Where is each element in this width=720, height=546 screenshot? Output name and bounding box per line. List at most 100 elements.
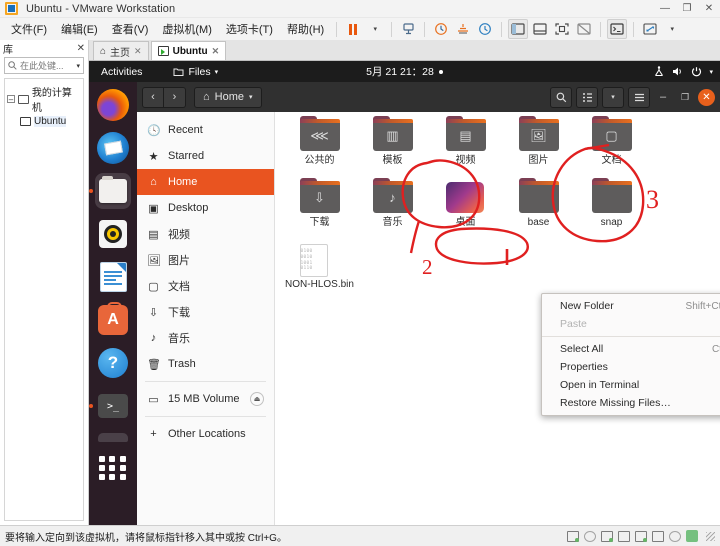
context-menu-item-open-in-terminal[interactable]: Open in Terminal [542,376,720,394]
sidebar-item-recent[interactable]: 🕓 Recent [137,117,274,143]
display-icon[interactable] [669,530,681,542]
file-item-base[interactable]: base [502,178,575,244]
file-item-documents[interactable]: ▢ 文档 [575,116,648,182]
file-item-pictures[interactable]: 🖼 图片 [502,116,575,182]
vmware-tools-icon[interactable] [686,530,698,542]
sidebar-item-music[interactable]: ♪ 音乐 [137,325,274,351]
app-menu-files[interactable]: Files ▾ [173,66,218,78]
sidebar-item-desktop[interactable]: ▣ Desktop [137,195,274,221]
unity-mode-icon[interactable] [574,19,594,39]
dock-item-terminal[interactable]: >_ [95,388,131,424]
file-item-non-hlos-bin[interactable]: 0100 0010 1001 0110 NON-HLOS.bin [283,244,356,306]
menu-help[interactable]: 帮助(H) [280,19,331,39]
menu-view[interactable]: 查看(V) [105,19,156,39]
forward-button[interactable]: › [164,86,186,108]
file-item-snap[interactable]: snap [575,178,648,244]
nautilus-close-button[interactable]: ✕ [698,88,715,106]
file-context-menu[interactable]: New Folder Shift+Ctrl+N Paste Select All… [541,293,720,416]
usb-icon[interactable] [652,530,664,542]
tab-close-icon[interactable]: ✕ [212,46,220,57]
menu-tabs[interactable]: 选项卡(T) [219,19,280,39]
dock-item-ubuntu-software[interactable]: A [95,302,131,338]
snapshot-manager-icon[interactable] [475,19,495,39]
sidebar-item-home[interactable]: ⌂ Home [137,169,274,195]
sidebar-item-downloads[interactable]: ⇩ 下载 [137,299,274,325]
context-menu-item-properties[interactable]: Properties [542,358,720,376]
maximize-button[interactable]: ❐ [676,0,698,18]
sidebar-item-volume[interactable]: ▭ 15 MB Volume ⏏ [137,386,274,412]
nautilus-minimize-button[interactable]: – [654,88,672,106]
back-button[interactable]: ‹ [142,86,164,108]
tree-item-ubuntu[interactable]: Ubuntu [7,115,81,128]
close-button[interactable]: ✕ [698,0,720,18]
tab-ubuntu[interactable]: Ubuntu ✕ [150,41,227,60]
stretch-dropdown-caret-icon[interactable]: ▾ [662,19,682,39]
dock-item-trash[interactable] [95,431,131,443]
context-menu-item-restore-missing-files[interactable]: Restore Missing Files… [542,394,720,412]
tab-close-icon[interactable]: ✕ [134,46,142,57]
resize-grip[interactable] [706,531,715,541]
file-item-videos[interactable]: ▤ 视频 [429,116,502,182]
snapshot-icon[interactable] [398,19,418,39]
tree-expander-icon[interactable]: – [7,95,15,104]
sidebar-item-trash[interactable]: 🗑 Trash [137,351,274,377]
dock-item-rhythmbox[interactable] [95,216,131,252]
dock-item-files[interactable] [95,173,131,209]
menu-file[interactable]: 文件(F) [4,19,54,39]
chevron-down-icon[interactable]: ▾ [249,93,253,101]
chevron-down-icon[interactable]: ▾ [215,68,219,76]
take-snapshot-icon[interactable] [431,19,451,39]
dock-item-libreoffice-writer[interactable] [95,259,131,295]
file-item-public[interactable]: ⋘ 公共的 [283,116,356,182]
system-status-area[interactable]: ▾ [653,66,713,77]
pause-dropdown-caret-icon[interactable]: ▾ [365,19,385,39]
dock-item-thunderbird[interactable] [95,130,131,166]
sidebar-item-other-locations[interactable]: + Other Locations [137,421,274,447]
network-icon[interactable] [601,530,613,542]
sidebar-item-pictures[interactable]: 🖼 图片 [137,247,274,273]
library-search-box[interactable]: 在此处键... ▾ [4,57,84,74]
menu-edit[interactable]: 编辑(E) [54,19,105,39]
sidebar-item-documents[interactable]: ▢ 文档 [137,273,274,299]
power-icon [692,67,702,77]
show-thumbnails-icon[interactable] [530,19,550,39]
context-menu-item-select-all[interactable]: Select All Ctrl+A [542,340,720,358]
activities-button[interactable]: Activities [96,66,147,78]
context-menu-item-paste[interactable]: Paste [542,315,720,333]
full-screen-icon[interactable] [552,19,572,39]
pause-icon[interactable] [343,19,363,39]
view-toggle-button[interactable] [576,86,598,108]
nautilus-maximize-button[interactable]: ❐ [676,88,694,106]
chevron-down-icon[interactable]: ▾ [76,62,80,70]
revert-snapshot-icon[interactable] [453,19,473,39]
console-view-icon[interactable] [607,19,628,39]
file-item-templates[interactable]: ▥ 模板 [356,116,429,182]
cd-rom-icon[interactable] [584,530,596,542]
tree-item-my-computer[interactable]: – 我的计算机 [7,83,81,115]
dock-item-firefox[interactable] [95,87,131,123]
sidebar-item-videos[interactable]: ▤ 视频 [137,221,274,247]
vmware-workstation-window: Ubuntu - VMware Workstation — ❐ ✕ 文件(F) … [0,0,720,546]
hard-disk-icon[interactable] [567,530,579,542]
library-close-icon[interactable]: ✕ [77,43,85,54]
stretch-view-icon[interactable] [640,19,660,39]
tab-home[interactable]: ⌂ 主页 ✕ [93,41,149,60]
main-menu-button[interactable] [628,86,650,108]
path-bar-home[interactable]: ⌂ Home ▾ [194,86,262,108]
dock-item-show-applications[interactable] [95,450,131,486]
sound-icon[interactable] [635,530,647,542]
sidebar-item-starred[interactable]: ★ Starred [137,143,274,169]
dock-item-help[interactable]: ? [95,345,131,381]
minimize-button[interactable]: — [654,0,676,18]
file-item-downloads[interactable]: ⇩ 下载 [283,178,356,244]
view-options-button[interactable]: ▾ [602,86,624,108]
eject-icon[interactable]: ⏏ [250,392,264,406]
file-item-desktop[interactable]: 桌面 [429,182,502,244]
chevron-down-icon[interactable]: ▾ [709,68,713,76]
file-item-music[interactable]: ♪ 音乐 [356,178,429,244]
menu-vm[interactable]: 虚拟机(M) [155,19,219,39]
printer-icon[interactable] [618,530,630,542]
show-library-icon[interactable] [508,19,529,39]
context-menu-item-new-folder[interactable]: New Folder Shift+Ctrl+N [542,297,720,315]
search-button[interactable] [550,86,572,108]
